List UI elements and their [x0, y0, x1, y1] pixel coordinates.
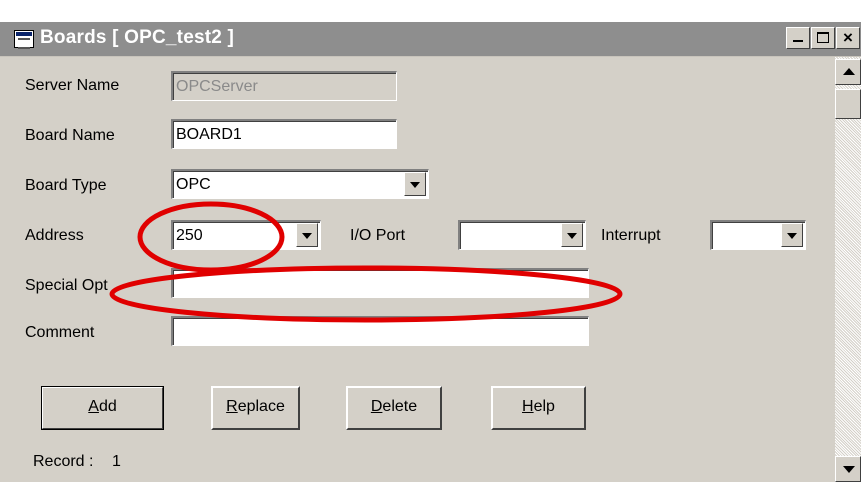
minimize-button[interactable] — [786, 27, 810, 49]
delete-button-accesskey: D — [370, 398, 383, 415]
help-button-accesskey: H — [522, 398, 534, 415]
scroll-up-button[interactable] — [835, 59, 861, 85]
help-button[interactable]: Help — [491, 386, 586, 430]
io-port-label: I/O Port — [350, 227, 406, 244]
delete-button[interactable]: Delete — [346, 386, 442, 430]
chevron-down-icon — [302, 233, 312, 239]
board-type-select[interactable]: OPC — [171, 169, 429, 199]
board-type-label: Board Type — [25, 177, 107, 194]
replace-button[interactable]: Replace — [211, 386, 300, 430]
special-opt-label: Special Opt — [25, 277, 108, 294]
minimize-icon — [793, 40, 803, 42]
arrow-down-icon — [843, 466, 855, 473]
address-label: Address — [25, 227, 84, 244]
record-number: 1 — [112, 453, 121, 470]
chevron-down-icon — [787, 233, 797, 239]
add-button[interactable]: Add — [41, 386, 164, 430]
add-button-label: dd — [98, 398, 117, 415]
special-opt-field[interactable] — [171, 268, 589, 298]
replace-button-accesskey: R — [226, 398, 238, 415]
interrupt-dropdown-button[interactable] — [781, 223, 803, 247]
delete-button-label: elete — [382, 398, 418, 415]
vertical-scrollbar[interactable] — [835, 57, 861, 482]
scroll-thumb[interactable] — [835, 89, 861, 119]
add-button-accesskey: A — [88, 398, 99, 415]
replace-button-label: eplace — [237, 398, 285, 415]
close-button[interactable]: × — [836, 27, 860, 49]
maximize-button[interactable] — [811, 27, 835, 49]
chevron-down-icon — [410, 182, 420, 188]
board-name-label: Board Name — [25, 127, 115, 144]
maximize-icon — [817, 32, 829, 43]
comment-label: Comment — [25, 324, 95, 341]
board-name-field[interactable]: BOARD1 — [171, 119, 397, 149]
address-dropdown-button[interactable] — [296, 223, 318, 247]
arrow-up-icon — [843, 68, 855, 75]
board-type-dropdown-button[interactable] — [404, 172, 426, 196]
help-button-label: elp — [533, 398, 555, 415]
interrupt-label: Interrupt — [601, 227, 661, 244]
server-name-label: Server Name — [25, 77, 120, 94]
comment-field[interactable] — [171, 316, 589, 346]
server-name-field[interactable]: OPCServer — [171, 71, 397, 101]
record-label: Record : — [33, 453, 94, 470]
close-icon: × — [843, 28, 853, 47]
io-port-dropdown-button[interactable] — [561, 223, 583, 247]
window-title: Boards [ OPC_test2 ] — [40, 27, 235, 48]
form-icon[interactable] — [14, 30, 34, 49]
chevron-down-icon — [567, 233, 577, 239]
top-strip — [0, 0, 861, 22]
scroll-down-button[interactable] — [835, 456, 861, 482]
